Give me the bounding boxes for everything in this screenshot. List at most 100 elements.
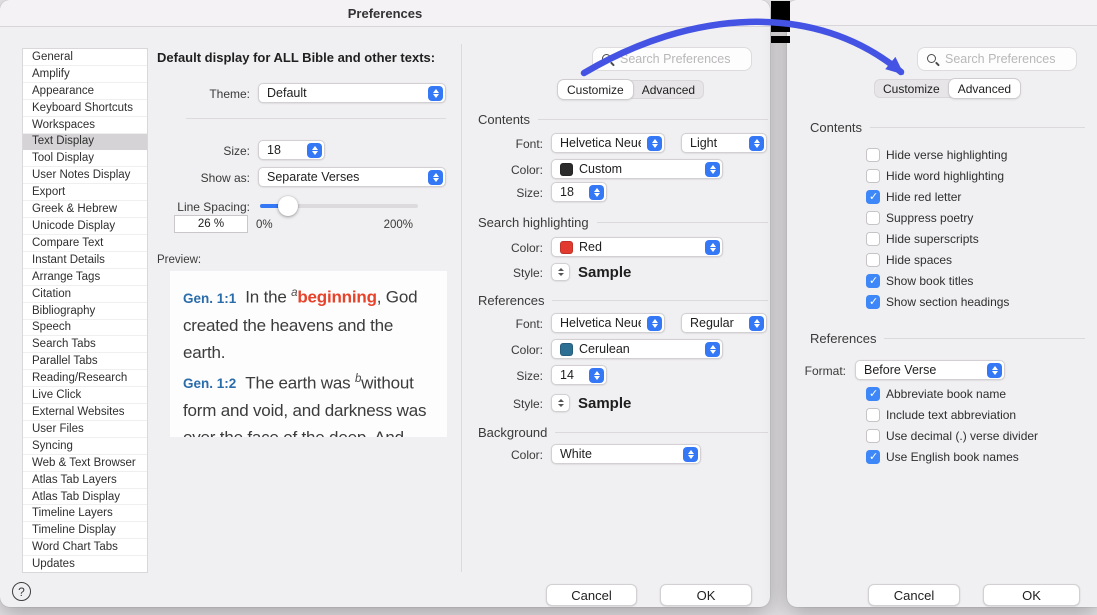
contents-size-popup[interactable]: 18 [551,182,607,202]
sidebar-item[interactable]: Syncing [23,438,147,455]
line-spacing-slider[interactable] [260,196,418,216]
sidebar-item[interactable]: Timeline Layers [23,505,147,522]
cancel-button[interactable]: Cancel [868,584,960,606]
search-input[interactable] [918,48,1076,70]
sidebar-item[interactable]: Bibliography [23,303,147,320]
stepper-icon[interactable] [987,363,1002,378]
sidebar-item[interactable]: Unicode Display [23,218,147,235]
checkbox[interactable] [866,387,880,401]
format-popup[interactable]: Before Verse [855,360,1005,380]
ok-button[interactable]: OK [660,584,752,606]
highlight-color-popup[interactable]: Red [551,237,723,257]
sidebar-item[interactable]: User Notes Display [23,167,147,184]
sidebar-item[interactable]: Tool Display [23,150,147,167]
checkbox[interactable] [866,408,880,422]
sidebar-item[interactable]: User Files [23,421,147,438]
checkbox[interactable] [866,429,880,443]
stepper-icon[interactable] [705,342,720,357]
checkbox-option[interactable]: Hide superscripts [866,228,1009,249]
sidebar-item[interactable]: General [23,49,147,66]
style-stepper[interactable] [551,263,570,281]
checkbox-option[interactable]: Use English book names [866,446,1038,467]
stepper-icon[interactable] [589,185,604,200]
sidebar-item[interactable]: Updates [23,556,147,572]
sidebar-item[interactable]: Web & Text Browser [23,455,147,472]
sidebar-item[interactable]: Appearance [23,83,147,100]
checkbox-option[interactable]: Hide spaces [866,249,1009,270]
stepper-icon[interactable] [705,240,720,255]
sidebar-item[interactable]: Atlas Tab Layers [23,472,147,489]
checkbox[interactable] [866,274,880,288]
sidebar-item[interactable]: Amplify [23,66,147,83]
checkbox[interactable] [866,190,880,204]
checkbox[interactable] [866,148,880,162]
cancel-button[interactable]: Cancel [546,584,637,606]
sidebar-item[interactable]: Text Display [23,134,147,151]
checkbox-option[interactable]: Hide red letter [866,186,1009,207]
stepper-icon[interactable] [428,86,443,101]
search-field[interactable] [917,47,1077,71]
line-spacing-value-field[interactable]: 26 % [174,215,248,233]
contents-font-style-popup[interactable]: Light [681,133,767,153]
tab-advanced[interactable]: Advanced [949,79,1020,98]
theme-popup[interactable]: Default [258,83,446,103]
references-font-popup[interactable]: Helvetica Neue [551,313,665,333]
sidebar-item[interactable]: Word Chart Tabs [23,539,147,556]
sidebar-item[interactable]: Timeline Display [23,522,147,539]
tab-customize[interactable]: Customize [874,79,949,98]
sidebar-item[interactable]: Parallel Tabs [23,353,147,370]
stepper-icon[interactable] [683,447,698,462]
tab-advanced[interactable]: Advanced [633,80,704,99]
help-button[interactable]: ? [12,582,31,601]
background-color-popup[interactable]: White [551,444,701,464]
checkbox[interactable] [866,253,880,267]
checkbox[interactable] [866,295,880,309]
checkbox[interactable] [866,232,880,246]
search-field[interactable] [592,47,752,71]
line-spacing-slider-thumb[interactable] [278,196,298,216]
sidebar-item[interactable]: Search Tabs [23,336,147,353]
checkbox-option[interactable]: Hide verse highlighting [866,144,1009,165]
sidebar-item[interactable]: External Websites [23,404,147,421]
checkbox-option[interactable]: Use decimal (.) verse divider [866,425,1038,446]
sidebar-item[interactable]: Speech [23,320,147,337]
contents-color-popup[interactable]: Custom [551,159,723,179]
sidebar-item[interactable]: Atlas Tab Display [23,489,147,506]
references-size-popup[interactable]: 14 [551,365,607,385]
sidebar-item[interactable]: Export [23,184,147,201]
sidebar-item[interactable]: Instant Details [23,252,147,269]
stepper-icon[interactable] [428,170,443,185]
stepper-icon[interactable] [647,136,662,151]
sidebar-item[interactable]: Citation [23,286,147,303]
sidebar-item[interactable]: Live Click [23,387,147,404]
style-stepper[interactable] [551,394,570,412]
checkbox-option[interactable]: Abbreviate book name [866,383,1038,404]
size-popup[interactable]: 18 [258,140,325,160]
sidebar-item[interactable]: Greek & Hebrew [23,201,147,218]
stepper-icon[interactable] [307,143,322,158]
checkbox-option[interactable]: Suppress poetry [866,207,1009,228]
references-color-popup[interactable]: Cerulean [551,339,723,359]
search-input[interactable] [593,48,751,70]
sidebar-item[interactable]: Arrange Tags [23,269,147,286]
checkbox-option[interactable]: Include text abbreviation [866,404,1038,425]
checkbox-option[interactable]: Show section headings [866,291,1009,312]
sidebar-item[interactable]: Reading/Research [23,370,147,387]
sidebar-item[interactable]: Keyboard Shortcuts [23,100,147,117]
checkbox[interactable] [866,450,880,464]
checkbox-option[interactable]: Show book titles [866,270,1009,291]
references-font-style-popup[interactable]: Regular [681,313,767,333]
sidebar-item[interactable]: Compare Text [23,235,147,252]
checkbox[interactable] [866,211,880,225]
stepper-icon[interactable] [705,162,720,177]
stepper-icon[interactable] [647,316,662,331]
ok-button[interactable]: OK [983,584,1080,606]
show-as-popup[interactable]: Separate Verses [258,167,446,187]
stepper-icon[interactable] [589,368,604,383]
contents-font-popup[interactable]: Helvetica Neue [551,133,665,153]
checkbox[interactable] [866,169,880,183]
tab-customize[interactable]: Customize [558,80,633,99]
checkbox-option[interactable]: Hide word highlighting [866,165,1009,186]
stepper-icon[interactable] [749,316,764,331]
sidebar-item[interactable]: Workspaces [23,117,147,134]
